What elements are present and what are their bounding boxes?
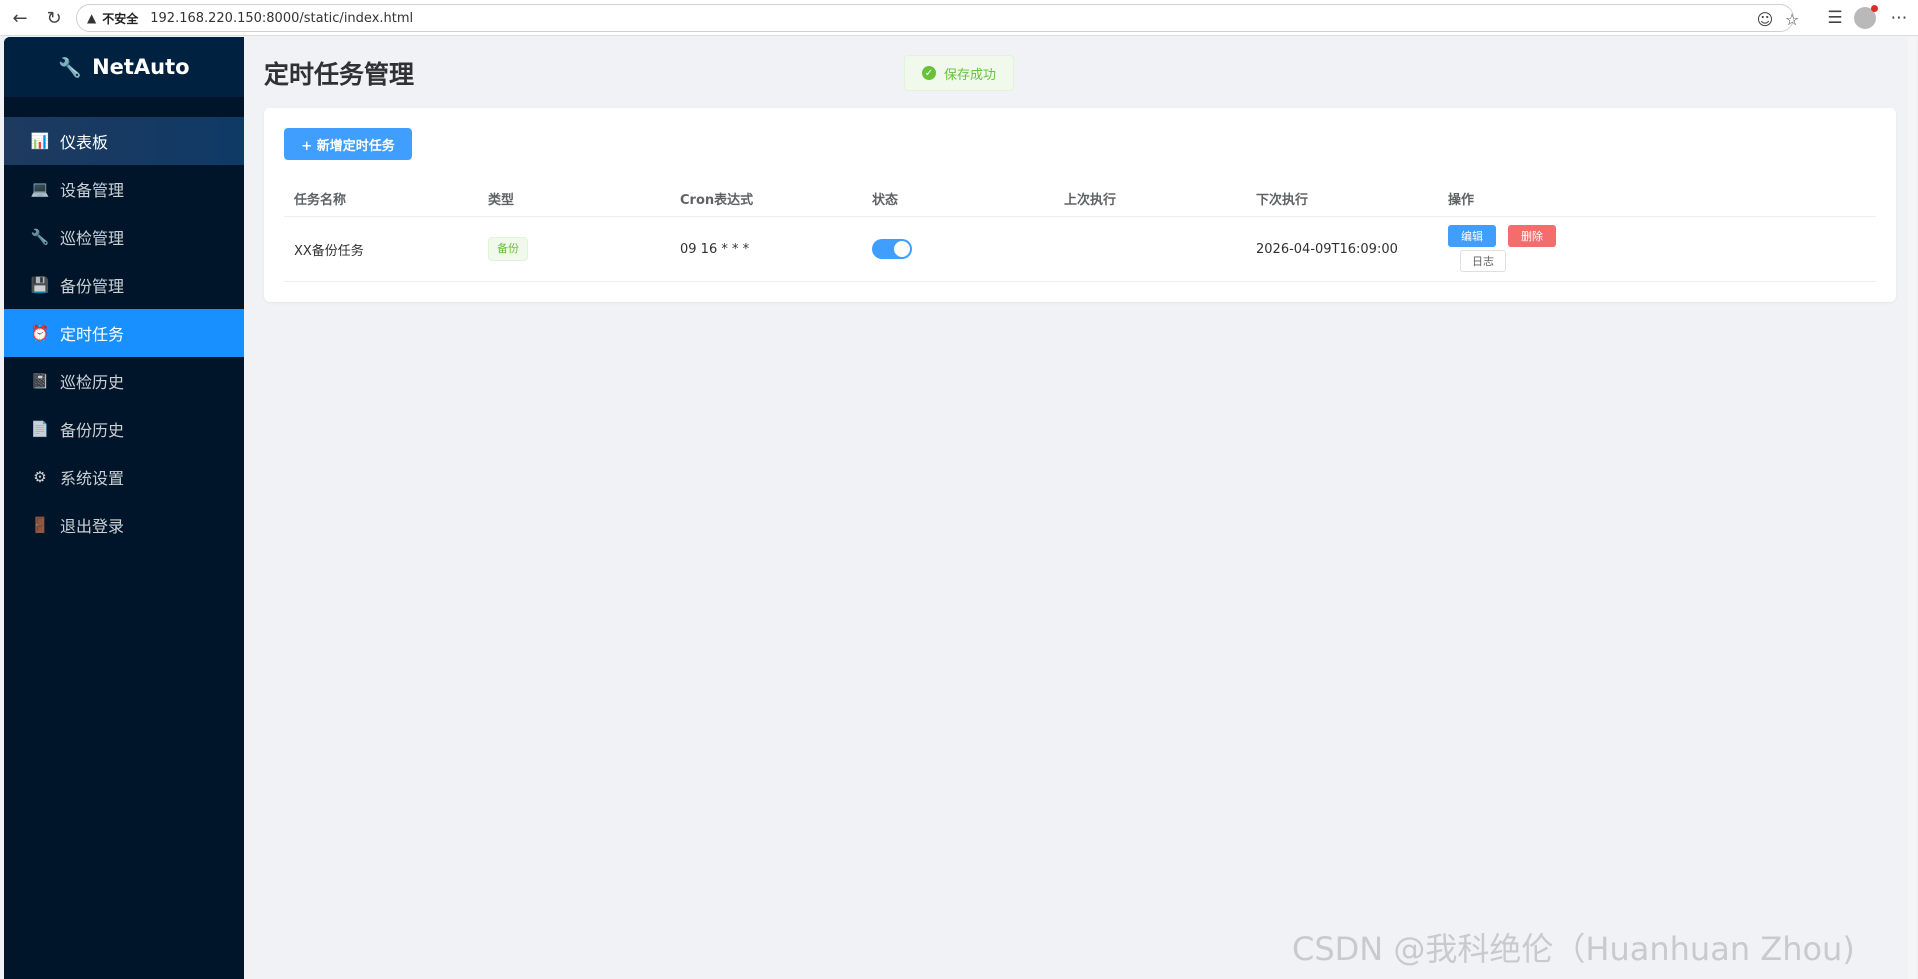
browser-toolbar: ← ↻ ▲ 不安全 192.168.220.150:8000/static/in… <box>0 0 1918 36</box>
delete-button[interactable]: 删除 <box>1508 225 1556 247</box>
notebook-icon: 📓 <box>30 372 50 390</box>
column-header: Cron表达式 <box>680 192 754 208</box>
app-name: NetAuto <box>92 55 190 79</box>
watermark: CSDN @我科绝伦（Huanhuan Zhou) <box>1292 930 1855 968</box>
success-toast: ✓ 保存成功 <box>904 55 1014 91</box>
column-header: 操作 <box>1448 192 1475 208</box>
check-circle-icon: ✓ <box>921 66 936 80</box>
column-header: 状态 <box>872 192 899 208</box>
sidebar-item-logout[interactable]: 🚪 退出登录 <box>4 501 244 549</box>
door-icon: 🚪 <box>30 516 50 534</box>
address-bar[interactable]: ▲ 不安全 192.168.220.150:8000/static/index.… <box>76 4 1799 32</box>
url-text: 192.168.220.150:8000/static/index.html <box>150 10 414 26</box>
status-cell <box>872 217 912 281</box>
page-icon: 📄 <box>30 420 50 438</box>
status-toggle[interactable] <box>872 239 912 259</box>
sidebar-item-scheduled-tasks[interactable]: ⏰ 定时任务 <box>4 309 244 357</box>
table-row: XX备份任务 备份 09 16 * * * 2026-04-09T16:09:0… <box>284 217 1876 282</box>
favorites-icon[interactable]: ☰ <box>1822 5 1848 31</box>
back-icon[interactable]: ← <box>8 6 32 30</box>
sidebar-item-label: 定时任务 <box>60 325 125 344</box>
sidebar-item-dashboard[interactable]: 📊 仪表板 <box>4 117 244 165</box>
warning-icon: ▲ <box>87 11 97 25</box>
sidebar: 🔧 NetAuto 📊 仪表板 💻 设备管理 🔧 巡检管理 💾 备份管理 ⏰ 定… <box>4 37 244 979</box>
sidebar-item-backup-history[interactable]: 📄 备份历史 <box>4 405 244 453</box>
sidebar-item-label: 系统设置 <box>60 469 125 488</box>
type-tag: 备份 <box>488 237 528 261</box>
sidebar-item-inspection[interactable]: 🔧 巡检管理 <box>4 213 244 261</box>
wrench-icon: 🔧 <box>58 56 83 79</box>
sidebar-item-settings[interactable]: ⚙ 系统设置 <box>4 453 244 501</box>
next-run: 2026-04-09T16:09:00 <box>1256 241 1398 257</box>
table-header: 任务名称 类型 Cron表达式 状态 上次执行 下次执行 操作 <box>284 180 1876 217</box>
sidebar-item-label: 仪表板 <box>60 133 109 152</box>
more-icon[interactable]: ⋯ <box>1886 5 1912 31</box>
actions-group: 编辑 删除 日志 <box>1448 217 1588 281</box>
floppy-icon: 💾 <box>30 276 50 294</box>
column-header: 任务名称 <box>294 192 347 208</box>
sidebar-item-label: 巡检历史 <box>60 373 125 392</box>
column-header: 上次执行 <box>1064 192 1117 208</box>
sidebar-item-label: 巡检管理 <box>60 229 125 248</box>
page-title: 定时任务管理 <box>264 60 415 89</box>
scrollbar[interactable] <box>1908 37 1916 979</box>
star-icon[interactable]: ☆ <box>1782 9 1802 29</box>
app-logo: 🔧 NetAuto <box>4 37 244 97</box>
reader-icon[interactable]: ☺ <box>1755 9 1775 29</box>
laptop-icon: 💻 <box>30 180 50 198</box>
task-name: XX备份任务 <box>294 243 364 259</box>
toggle-knob <box>894 241 910 257</box>
sidebar-item-label: 备份历史 <box>60 421 125 440</box>
sidebar-menu: 📊 仪表板 💻 设备管理 🔧 巡检管理 💾 备份管理 ⏰ 定时任务 📓 巡检历史… <box>4 117 244 549</box>
toast-message: 保存成功 <box>943 67 996 83</box>
log-button[interactable]: 日志 <box>1460 250 1506 272</box>
sidebar-item-label: 备份管理 <box>60 277 125 296</box>
sidebar-item-backup[interactable]: 💾 备份管理 <box>4 261 244 309</box>
cron-expression: 09 16 * * * <box>680 241 750 257</box>
avatar <box>1854 5 1878 29</box>
sidebar-item-label: 退出登录 <box>60 517 125 536</box>
wrench-icon: 🔧 <box>30 228 50 246</box>
type-cell: 备份 <box>488 217 528 281</box>
dashboard-icon: 📊 <box>30 132 50 150</box>
sidebar-item-devices[interactable]: 💻 设备管理 <box>4 165 244 213</box>
reload-icon[interactable]: ↻ <box>42 6 66 30</box>
column-header: 类型 <box>488 192 515 208</box>
add-task-button[interactable]: + 新增定时任务 <box>284 128 412 160</box>
sidebar-item-inspection-history[interactable]: 📓 巡检历史 <box>4 357 244 405</box>
security-label: 不安全 <box>102 11 139 26</box>
sidebar-item-label: 设备管理 <box>60 181 125 200</box>
gear-icon: ⚙ <box>33 468 47 486</box>
task-card: + 新增定时任务 任务名称 类型 Cron表达式 状态 上次执行 下次执行 操作… <box>264 108 1896 302</box>
alarm-clock-icon: ⏰ <box>30 324 50 342</box>
column-header: 下次执行 <box>1256 192 1309 208</box>
edit-button[interactable]: 编辑 <box>1448 225 1496 247</box>
actions-cell: 编辑 删除 日志 <box>1448 217 1588 281</box>
profile-avatar[interactable] <box>1852 5 1878 31</box>
